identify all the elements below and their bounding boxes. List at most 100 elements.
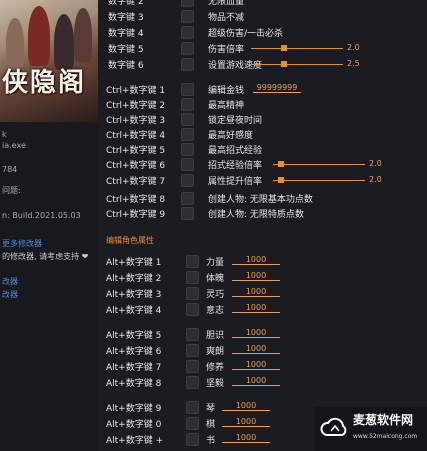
cheat-label: 书 xyxy=(206,436,216,446)
cheat-label: 伤害倍率 xyxy=(208,45,245,55)
value-input[interactable]: 1000 xyxy=(232,360,280,370)
value-slider[interactable] xyxy=(273,180,365,181)
hotkey-label: Alt+数字键 1 xyxy=(106,258,162,268)
toggle-checkbox[interactable] xyxy=(186,433,199,446)
hotkey-label: Ctrl+数字键 6 xyxy=(106,161,166,171)
toggle-checkbox[interactable] xyxy=(181,207,194,220)
cheat-label: 灵巧 xyxy=(206,290,225,300)
toggle-checkbox[interactable] xyxy=(186,287,199,300)
hotkey-label: 数字键 4 xyxy=(108,29,144,39)
hotkey-label: Ctrl+数字键 8 xyxy=(106,195,166,205)
value-input[interactable]: 1000 xyxy=(232,328,280,338)
value-input[interactable]: 1000 xyxy=(232,376,280,386)
hotkey-label: Alt+数字键 6 xyxy=(106,347,162,357)
value-input[interactable]: 1000 xyxy=(232,271,280,281)
cheat-row: 数字键 4 超级伤害/一击必杀 xyxy=(98,26,427,40)
toggle-checkbox[interactable] xyxy=(186,303,199,316)
cheat-label: 创建人物: 无限特质点数 xyxy=(208,210,304,220)
cheat-label: 意志 xyxy=(206,306,225,316)
value-slider[interactable] xyxy=(251,48,343,49)
slider-value: 2.0 xyxy=(369,159,382,168)
slider-thumb[interactable] xyxy=(281,45,288,51)
toggle-checkbox[interactable] xyxy=(181,83,194,96)
slider-thumb[interactable] xyxy=(277,161,284,167)
cheat-row: 数字键 6 设置游戏速度 2.5 xyxy=(98,58,427,72)
hotkey-label: Alt+数字键 + xyxy=(106,436,164,446)
value-slider[interactable] xyxy=(251,64,343,65)
cheat-row: Ctrl+数字键 7 属性提升倍率 2.0 xyxy=(98,174,427,188)
hotkey-label: Ctrl+数字键 1 xyxy=(106,86,166,96)
toggle-checkbox[interactable] xyxy=(181,10,194,23)
hotkey-label: Ctrl+数字键 2 xyxy=(106,101,166,111)
cheat-label: 坚毅 xyxy=(206,379,225,389)
toggle-checkbox[interactable] xyxy=(186,344,199,357)
hotkey-label: 数字键 5 xyxy=(108,45,144,55)
toggle-checkbox[interactable] xyxy=(181,26,194,39)
slider-thumb[interactable] xyxy=(281,61,288,67)
cheat-row: Alt+数字键 1 力量 1000 xyxy=(98,255,427,269)
hotkey-label: Alt+数字键 9 xyxy=(106,404,162,414)
cheat-row: Ctrl+数字键 2 最高精神 xyxy=(98,98,427,112)
toggle-checkbox[interactable] xyxy=(186,401,199,414)
toggle-checkbox[interactable] xyxy=(181,42,194,55)
cheat-row: 数字键 3 物品不减 xyxy=(98,10,427,24)
toggle-checkbox[interactable] xyxy=(181,143,194,156)
cheat-label: 锁定昼夜时间 xyxy=(208,116,263,126)
toggle-checkbox[interactable] xyxy=(181,158,194,171)
slider-thumb[interactable] xyxy=(277,177,284,183)
watermark-url: www.52maicong.com xyxy=(353,433,418,440)
toggle-checkbox[interactable] xyxy=(181,58,194,71)
hotkey-label: Alt+数字键 2 xyxy=(106,274,162,284)
cheat-label: 物品不减 xyxy=(208,13,245,23)
trainer-link[interactable]: 改器 xyxy=(2,276,18,287)
cheat-label: 属性提升倍率 xyxy=(208,177,263,187)
toggle-checkbox[interactable] xyxy=(186,360,199,373)
sidebar-text: 问题: xyxy=(2,186,21,195)
toggle-checkbox[interactable] xyxy=(186,417,199,430)
hotkey-label: Ctrl+数字键 9 xyxy=(106,210,166,220)
hotkey-label: 数字键 6 xyxy=(108,61,144,71)
hotkey-label: Alt+数字键 3 xyxy=(106,290,162,300)
value-input[interactable]: 1000 xyxy=(232,287,280,297)
value-input[interactable]: 1000 xyxy=(222,401,270,411)
process-id: 784 xyxy=(2,165,18,174)
value-slider[interactable] xyxy=(273,164,365,165)
slider-value: 2.0 xyxy=(347,43,360,52)
cheat-row: Alt+数字键 6 爽朗 1000 xyxy=(98,344,427,358)
cheat-label: 力量 xyxy=(206,258,225,268)
trainer-link[interactable]: 改器 xyxy=(2,289,18,300)
cheat-label: 最高好感度 xyxy=(208,131,254,141)
cheat-row: 数字键 5 伤害倍率 2.0 xyxy=(98,42,427,56)
sidebar: 侠隐阁 k ia.exe 784 问题: n: Build.2021.05.03… xyxy=(0,0,98,451)
cheat-label: 体魄 xyxy=(206,274,225,284)
value-input[interactable]: 1000 xyxy=(232,303,280,313)
process-name: ia.exe xyxy=(2,141,26,150)
toggle-checkbox[interactable] xyxy=(186,376,199,389)
value-input[interactable]: 1000 xyxy=(222,417,270,427)
toggle-checkbox[interactable] xyxy=(181,128,194,141)
toggle-checkbox[interactable] xyxy=(186,328,199,341)
toggle-checkbox[interactable] xyxy=(186,271,199,284)
cheat-row: Ctrl+数字键 6 招式经验倍率 2.0 xyxy=(98,158,427,172)
hotkey-label: Ctrl+数字键 5 xyxy=(106,146,166,156)
hotkey-label: Alt+数字键 4 xyxy=(106,306,162,316)
toggle-checkbox[interactable] xyxy=(181,192,194,205)
cheat-label: 爽朗 xyxy=(206,347,225,357)
toggle-checkbox[interactable] xyxy=(181,113,194,126)
cheat-list: 数字键 2 无限血量 数字键 3 物品不减 数字键 4 超级伤害/一击必杀 数字键 5 伤害倍… xyxy=(98,0,427,451)
value-input[interactable]: 1000 xyxy=(222,433,270,443)
toggle-checkbox[interactable] xyxy=(181,98,194,111)
cheat-row: Ctrl+数字键 4 最高好感度 xyxy=(98,128,427,142)
slider-value: 2.5 xyxy=(347,59,360,68)
cheat-label: 胆识 xyxy=(206,331,225,341)
toggle-checkbox[interactable] xyxy=(181,0,194,7)
value-input[interactable]: 1000 xyxy=(232,344,280,354)
build-version: n: Build.2021.05.03 xyxy=(2,211,81,220)
value-input[interactable]: 99999999 xyxy=(253,83,301,93)
toggle-checkbox[interactable] xyxy=(181,174,194,187)
hotkey-label: 数字键 2 xyxy=(108,0,144,7)
cheat-label: 最高精神 xyxy=(208,101,245,111)
more-trainers-link[interactable]: 更多修改器 xyxy=(2,238,42,249)
value-input[interactable]: 1000 xyxy=(232,255,280,265)
toggle-checkbox[interactable] xyxy=(186,255,199,268)
